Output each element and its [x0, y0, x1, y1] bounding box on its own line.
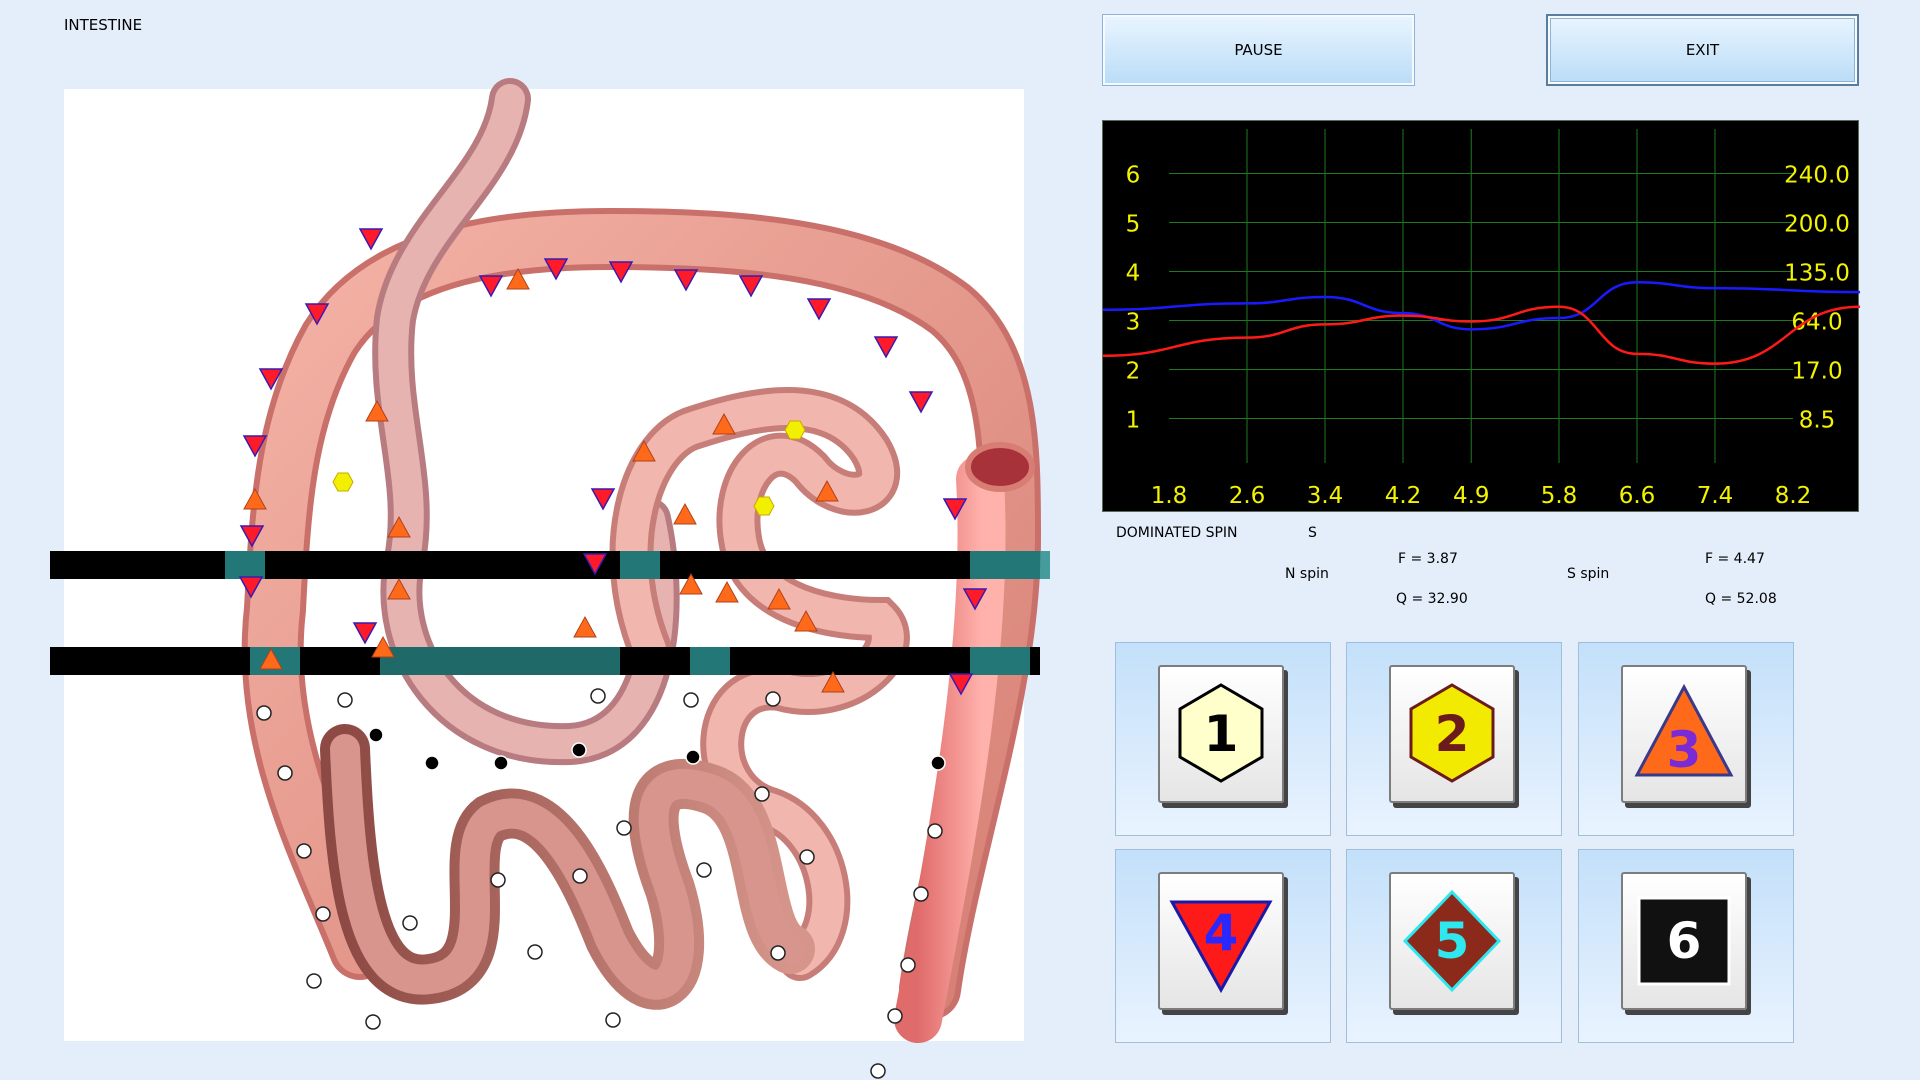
symbol-card: 6	[1621, 872, 1747, 1010]
frequency-chart: 1.8 2.6 3.4 4.2 4.9 5.8 6.6 7.4 8.2 6 5 4 3 2 1 240.0 20…	[1102, 120, 1860, 512]
n-spin-q-value: Q = 32.90	[1396, 591, 1468, 607]
symbol-number: 5	[1435, 912, 1470, 970]
symbol-button-2[interactable]: 2	[1346, 642, 1562, 836]
chart-y-right-tick-label: 8.5	[1799, 408, 1836, 434]
symbol-card: 3	[1621, 665, 1747, 803]
hexagon-icon: 2	[1409, 683, 1495, 783]
chart-x-tick-label: 6.6	[1619, 483, 1656, 509]
triangle-down-icon: 4	[1169, 900, 1273, 994]
diamond-icon: 5	[1402, 889, 1502, 993]
chart-x-tick-label: 2.6	[1229, 483, 1266, 509]
symbol-button-5[interactable]: 5	[1346, 849, 1562, 1043]
chart-y-left-tick-label: 6	[1126, 163, 1141, 189]
chart-x-tick-label: 5.8	[1541, 483, 1578, 509]
dominated-spin-value: S	[1308, 525, 1317, 541]
square-icon: 6	[1637, 896, 1731, 986]
symbol-number: 2	[1435, 705, 1470, 763]
chart-x-tick-label: 4.2	[1385, 483, 1422, 509]
chart-y-right-tick-label: 17.0	[1791, 359, 1842, 385]
chart-series-line	[1103, 305, 1860, 365]
marker-group-black-circle	[368, 727, 946, 771]
chart-x-tick-label: 1.8	[1151, 483, 1188, 509]
chart-y-right-tick-label: 64.0	[1791, 310, 1842, 336]
chart-x-tick-label: 7.4	[1697, 483, 1734, 509]
dominated-spin-label: DOMINATED SPIN	[1116, 525, 1238, 541]
symbol-button-1[interactable]: 1	[1115, 642, 1331, 836]
chart-y-right-tick-label: 135.0	[1784, 261, 1850, 287]
intestine-diagram	[50, 78, 1050, 1079]
chart-y-left-tick-label: 4	[1126, 261, 1141, 287]
chart-svg: 1.8 2.6 3.4 4.2 4.9 5.8 6.6 7.4 8.2 6 5 4 3 2 1 240.0 20…	[1103, 129, 1860, 509]
symbol-card: 5	[1389, 872, 1515, 1010]
symbol-card: 4	[1158, 872, 1284, 1010]
symbol-number: 6	[1667, 912, 1702, 970]
symbol-card: 2	[1389, 665, 1515, 803]
symbol-number: 1	[1204, 705, 1239, 763]
n-spin-label: N spin	[1285, 566, 1329, 582]
n-spin-f-value: F = 3.87	[1398, 551, 1458, 567]
chart-x-tick-label: 4.9	[1453, 483, 1490, 509]
symbol-card: 1	[1158, 665, 1284, 803]
exit-button[interactable]: EXIT	[1546, 14, 1859, 86]
chart-x-tick-label: 3.4	[1307, 483, 1344, 509]
hexagon-icon: 1	[1178, 683, 1264, 783]
intestine-illustration	[50, 78, 1050, 1079]
symbol-button-4[interactable]: 4	[1115, 849, 1331, 1043]
chart-y-right-tick-label: 200.0	[1784, 212, 1850, 238]
symbol-number: 4	[1204, 904, 1239, 962]
s-spin-f-value: F = 4.47	[1705, 551, 1765, 567]
chart-y-left-tick-label: 3	[1126, 310, 1141, 336]
page-title: INTESTINE	[64, 16, 143, 34]
pause-button[interactable]: PAUSE	[1102, 14, 1415, 86]
s-spin-q-value: Q = 52.08	[1705, 591, 1777, 607]
chart-y-right-tick-label: 240.0	[1784, 163, 1850, 189]
scan-bar-upper	[50, 551, 1040, 579]
chart-y-left-tick-label: 1	[1126, 408, 1141, 434]
chart-y-left-tick-label: 5	[1126, 212, 1141, 238]
chart-x-tick-label: 8.2	[1775, 483, 1812, 509]
symbol-button-3[interactable]: 3	[1578, 642, 1794, 836]
symbol-button-6[interactable]: 6	[1578, 849, 1794, 1043]
s-spin-label: S spin	[1567, 566, 1610, 582]
symbol-number: 3	[1667, 721, 1702, 779]
chart-y-left-tick-label: 2	[1126, 359, 1141, 385]
triangle-up-icon: 3	[1634, 683, 1734, 779]
